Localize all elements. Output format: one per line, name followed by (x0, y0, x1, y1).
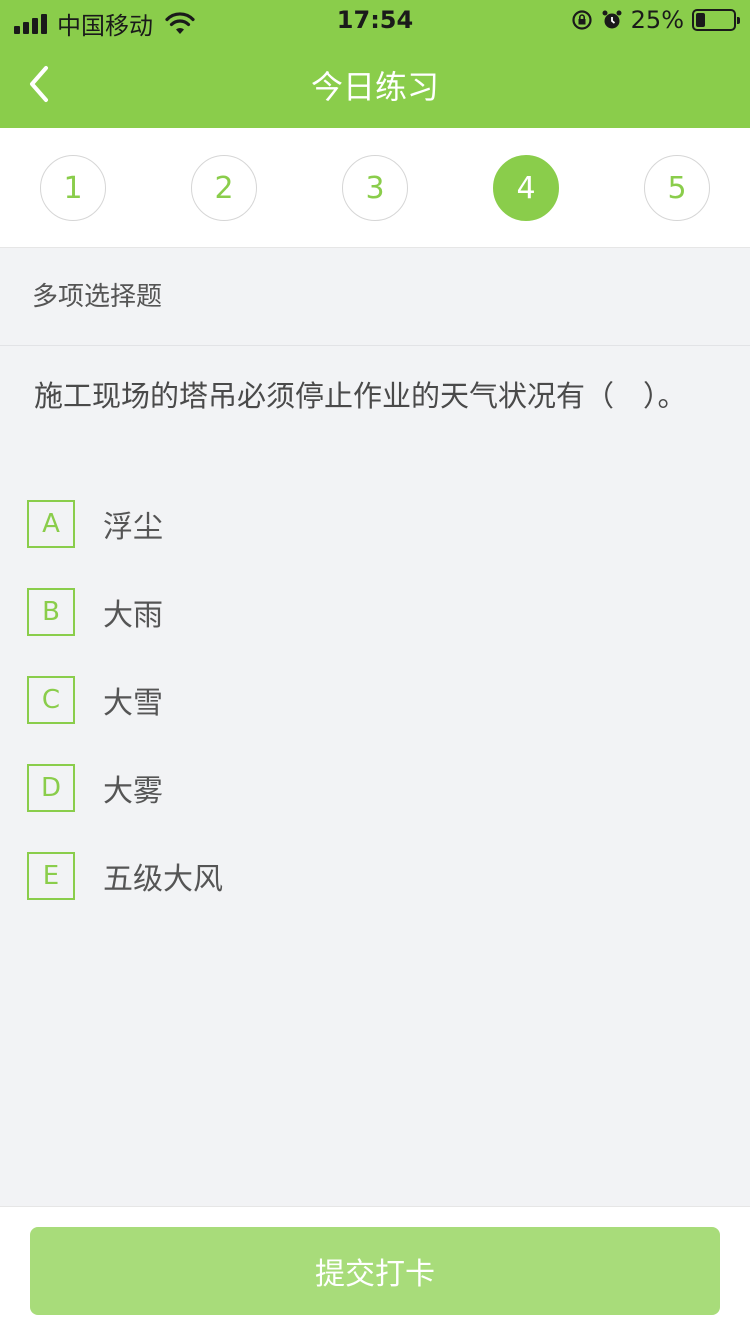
option-checkbox[interactable]: E (27, 852, 75, 900)
option-label: 五级大风 (103, 862, 223, 897)
step-1[interactable]: 1 (40, 155, 106, 221)
status-bar: 中国移动 17:54 25% (0, 0, 750, 40)
option-label: 大雪 (103, 686, 163, 721)
option-d[interactable]: D 大雾 (27, 764, 163, 812)
option-checkbox[interactable]: B (27, 588, 75, 636)
question-type-label: 多项选择题 (0, 248, 750, 346)
question-stepper: 1 2 3 4 5 (0, 128, 750, 248)
battery-level (696, 13, 705, 27)
step-3[interactable]: 3 (342, 155, 408, 221)
option-checkbox[interactable]: C (27, 676, 75, 724)
option-e[interactable]: E 五级大风 (27, 852, 223, 900)
alarm-icon (602, 10, 622, 29)
option-checkbox[interactable]: A (27, 500, 75, 548)
option-c[interactable]: C 大雪 (27, 676, 163, 724)
option-label: 大雨 (103, 598, 163, 633)
footer-bar: 提交打卡 (0, 1206, 750, 1334)
option-a[interactable]: A 浮尘 (27, 500, 163, 548)
orientation-lock-icon (572, 10, 592, 30)
step-5[interactable]: 5 (644, 155, 710, 221)
status-right: 25% (571, 6, 740, 34)
step-2[interactable]: 2 (191, 155, 257, 221)
battery-icon (692, 9, 740, 31)
question-text: 施工现场的塔吊必须停止作业的天气状况有（ ）。 (34, 379, 687, 413)
option-label: 浮尘 (103, 510, 163, 545)
step-4-current[interactable]: 4 (493, 155, 559, 221)
option-b[interactable]: B 大雨 (27, 588, 163, 636)
app-header: 中国移动 17:54 25% 今日练习 (0, 0, 750, 128)
option-label: 大雾 (103, 774, 163, 809)
option-checkbox[interactable]: D (27, 764, 75, 812)
submit-checkin-button[interactable]: 提交打卡 (30, 1227, 720, 1315)
page-title: 今日练习 (310, 68, 439, 106)
battery-percent: 25% (630, 6, 684, 34)
